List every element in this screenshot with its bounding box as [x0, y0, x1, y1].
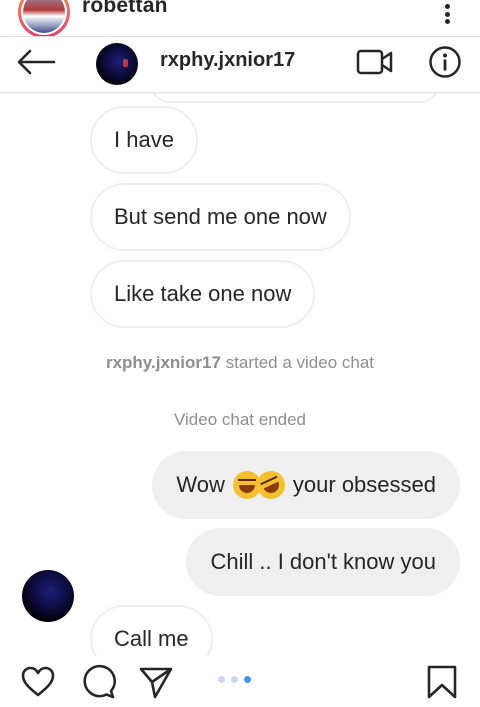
notice-username: rxphy.jxnior17 [105, 353, 221, 372]
more-options-icon[interactable] [444, 4, 450, 24]
carousel-dot [218, 676, 225, 683]
comment-icon[interactable] [80, 664, 116, 700]
message-text: But send me one now [114, 204, 327, 229]
message-bubble-incoming[interactable]: Like take one now [90, 260, 316, 328]
message-text: Chill .. I don't know you [210, 549, 436, 574]
bookmark-icon[interactable] [424, 664, 460, 700]
message-text: Wow [176, 472, 225, 497]
back-arrow-icon[interactable] [16, 47, 56, 77]
message-bubble-incoming[interactable]: I have [90, 106, 198, 174]
sender-avatar [22, 570, 74, 622]
video-call-icon[interactable] [356, 47, 394, 77]
message-bubble-outgoing[interactable]: Chill .. I don't know you [186, 528, 460, 596]
message-thread: I have But send me one now Like take one… [0, 63, 480, 656]
message-bubble-incoming[interactable]: But send me one now [90, 183, 351, 251]
video-chat-ended-notice: Video chat ended [173, 410, 307, 429]
avatar [23, 0, 65, 33]
heart-icon[interactable] [20, 664, 56, 700]
message-text: Call me [114, 626, 189, 651]
post-action-bar [0, 656, 480, 707]
message-bubble-incoming[interactable]: Call me [90, 605, 213, 656]
message-bubble-outgoing[interactable]: Wow your obsessed [152, 451, 460, 519]
post-username[interactable]: robettan [82, 0, 168, 18]
dm-avatar[interactable] [96, 43, 138, 85]
dm-header: rxphy.jxnior17 [0, 37, 480, 93]
notice-text: started a video chat [225, 353, 375, 372]
carousel-dot [231, 676, 238, 683]
dm-panel: rxphy.jxnior17 I have But send me one no… [0, 36, 480, 656]
carousel-indicator [218, 676, 251, 683]
message-text: your obsessed [292, 472, 436, 497]
video-chat-started-notice: rxphy.jxnior17 started a video chat [0, 353, 480, 373]
share-icon[interactable] [138, 664, 174, 700]
info-icon[interactable] [428, 45, 462, 79]
message-text: I have [114, 127, 174, 152]
carousel-dot-active [244, 676, 251, 683]
dm-username[interactable]: rxphy.jxnior17 [160, 49, 295, 72]
post-avatar[interactable] [18, 0, 70, 38]
rofl-emoji [252, 466, 290, 504]
message-text: Like take one now [114, 281, 292, 306]
